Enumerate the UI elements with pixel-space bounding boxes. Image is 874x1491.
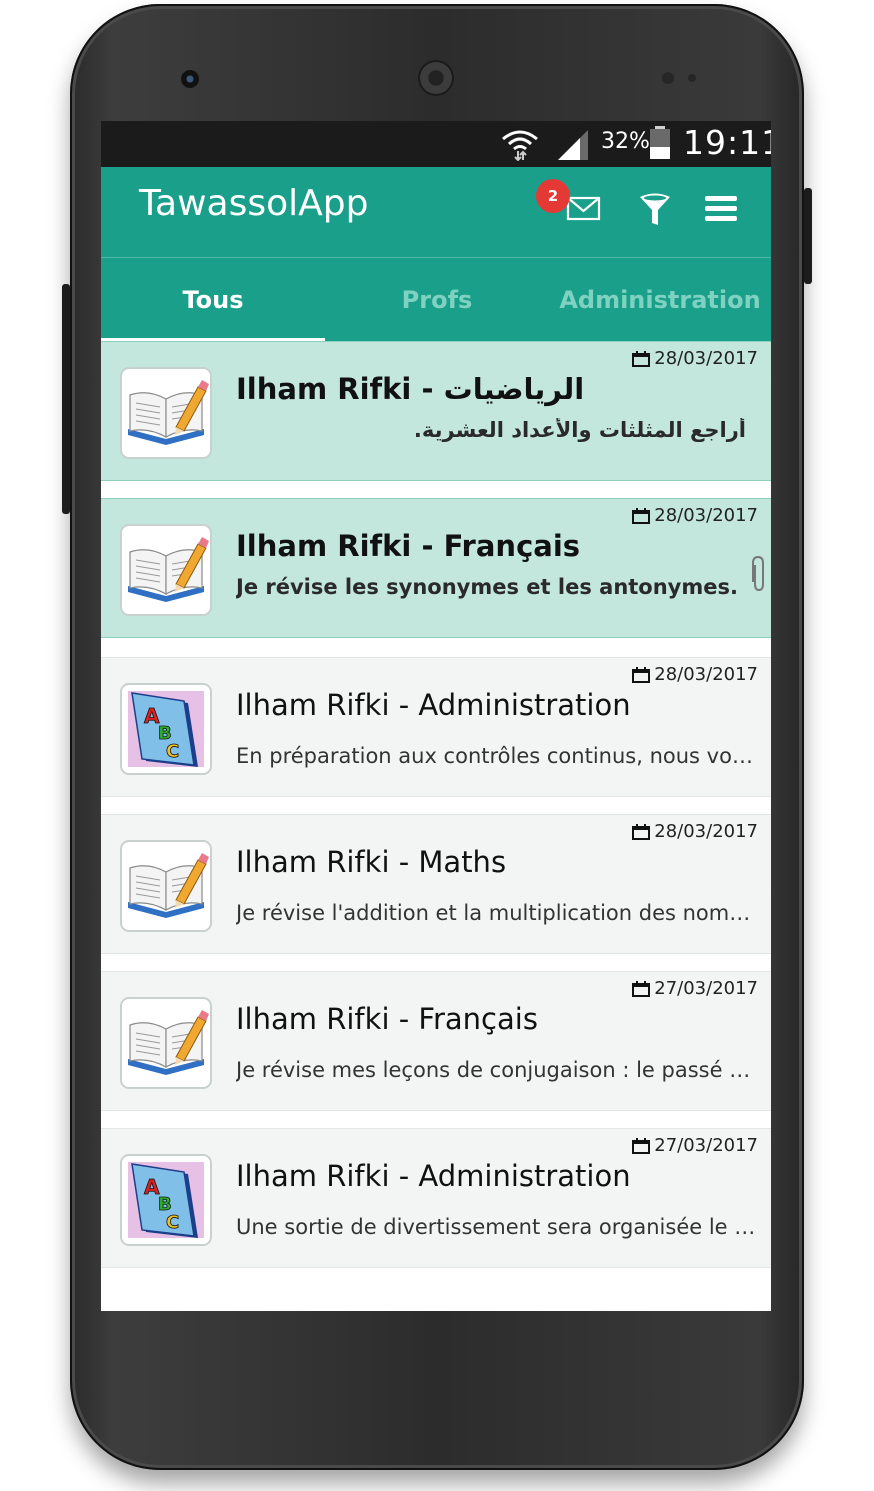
app-bar: TawassolApp 2 — [101, 167, 771, 257]
speaker-grille — [418, 60, 454, 96]
app-title: TawassolApp — [139, 183, 369, 224]
calendar-icon — [632, 666, 651, 683]
message-date: 28/03/2017 — [632, 664, 758, 685]
filter-icon — [640, 193, 670, 225]
message-preview: Je révise les synonymes et les antonymes… — [236, 575, 738, 599]
svg-text:C: C — [166, 1212, 179, 1233]
message-title: Ilham Rifki - Français — [236, 1002, 538, 1036]
message-date-text: 28/03/2017 — [654, 348, 758, 369]
message-item[interactable]: A B C 28/03/2017 Ilham Rifki - Administr… — [101, 657, 771, 797]
menu-button[interactable] — [701, 189, 741, 229]
tab-bar: Tous Profs Administration — [101, 257, 771, 342]
front-camera — [181, 70, 199, 88]
message-item[interactable]: 28/03/2017 Ilham Rifki - الرياضيات أراجع… — [101, 341, 771, 481]
message-date: 27/03/2017 — [632, 1135, 758, 1156]
attachment-icon[interactable] — [750, 555, 766, 593]
message-item[interactable]: 27/03/2017 Ilham Rifki - Français Je rév… — [101, 971, 771, 1111]
menu-icon — [705, 196, 737, 221]
message-preview: Une sortie de divertissement sera organi… — [236, 1215, 756, 1239]
message-date: 28/03/2017 — [632, 505, 758, 526]
message-date-text: 27/03/2017 — [654, 978, 758, 999]
notification-badge: 2 — [536, 179, 570, 213]
proximity-sensor — [662, 72, 674, 84]
message-title: Ilham Rifki - Français — [236, 529, 581, 563]
tab-administration[interactable]: Administration — [549, 258, 771, 342]
abc-book-icon: A B C — [120, 683, 212, 775]
tab-tous[interactable]: Tous — [101, 258, 325, 342]
filter-button[interactable] — [637, 189, 673, 229]
message-date-text: 28/03/2017 — [654, 505, 758, 526]
message-preview: En préparation aux contrôles continus, n… — [236, 744, 756, 768]
book-pencil-icon — [120, 367, 212, 459]
calendar-icon — [632, 823, 651, 840]
message-item[interactable]: 28/03/2017 Ilham Rifki - Français Je rév… — [101, 498, 771, 638]
abc-book-icon: A B C — [120, 1154, 212, 1246]
message-date: 27/03/2017 — [632, 978, 758, 999]
message-item[interactable]: 28/03/2017 Ilham Rifki - Maths Je révise… — [101, 814, 771, 954]
message-date-text: 27/03/2017 — [654, 1135, 758, 1156]
message-date-text: 28/03/2017 — [654, 821, 758, 842]
wifi-icon — [502, 130, 538, 161]
tab-profs[interactable]: Profs — [325, 258, 549, 342]
message-title: Ilham Rifki - الرياضيات — [236, 372, 585, 406]
status-bar: 32% 19:11 — [101, 121, 771, 167]
calendar-icon — [632, 1137, 651, 1154]
book-pencil-icon — [120, 840, 212, 932]
message-date-text: 28/03/2017 — [654, 664, 758, 685]
light-sensor — [688, 74, 696, 82]
message-preview: Je révise mes leçons de conjugaison : le… — [236, 1058, 756, 1082]
message-preview: Je révise l'addition et la multiplicatio… — [236, 901, 756, 925]
calendar-icon — [632, 507, 651, 524]
message-item[interactable]: A B C 27/03/2017 Ilham Rifki - Administr… — [101, 1128, 771, 1268]
calendar-icon — [632, 350, 651, 367]
mail-icon — [566, 196, 601, 221]
signal-icon — [558, 130, 588, 160]
power-button — [804, 188, 812, 284]
svg-text:C: C — [166, 741, 179, 762]
battery-icon — [650, 126, 670, 159]
message-title: Ilham Rifki - Administration — [236, 688, 631, 722]
message-date: 28/03/2017 — [632, 348, 758, 369]
message-date: 28/03/2017 — [632, 821, 758, 842]
clock: 19:11 — [683, 123, 771, 162]
message-preview: أراجع المثلثات والأعداد العشرية. — [413, 418, 746, 442]
app-screen: 32% 19:11 TawassolApp 2 — [101, 121, 771, 1311]
message-title: Ilham Rifki - Administration — [236, 1159, 631, 1193]
book-pencil-icon — [120, 524, 212, 616]
message-title: Ilham Rifki - Maths — [236, 845, 507, 879]
volume-button — [62, 284, 70, 514]
book-pencil-icon — [120, 997, 212, 1089]
battery-percent: 32% — [601, 129, 650, 154]
calendar-icon — [632, 980, 651, 997]
